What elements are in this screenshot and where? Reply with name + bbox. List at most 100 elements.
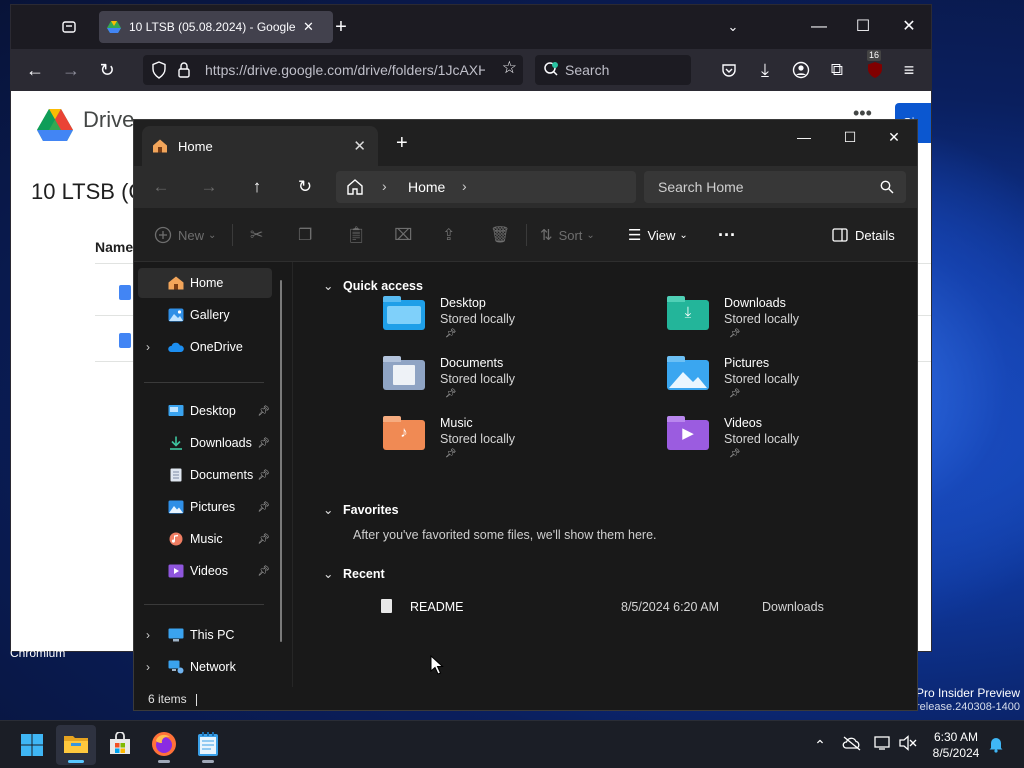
chevron-down-icon[interactable]: ⌄: [323, 278, 343, 293]
nav-item-onedrive[interactable]: › OneDrive: [138, 332, 272, 362]
account-icon[interactable]: [787, 56, 815, 84]
share-icon[interactable]: ⇪: [442, 220, 455, 250]
explorer-search-input[interactable]: Search Home: [644, 171, 906, 203]
nav-item-videos[interactable]: Videos 📌︎: [138, 556, 272, 586]
paste-icon[interactable]: 📋︎: [346, 220, 366, 250]
view-button[interactable]: ☰ View ⌄: [628, 220, 688, 250]
more-options-icon[interactable]: ···: [718, 220, 736, 250]
drive-folder-title[interactable]: 10 LTSB (C: [31, 179, 144, 205]
quick-access-desktop[interactable]: Desktop Stored locally 📌︎: [383, 294, 633, 344]
reload-icon[interactable]: ↻: [93, 56, 121, 84]
delete-icon[interactable]: 🗑︎: [490, 220, 510, 250]
breadcrumb-chevron-icon[interactable]: ›: [382, 178, 387, 194]
back-icon[interactable]: ←: [21, 56, 49, 84]
extensions-icon[interactable]: ⧉: [823, 56, 851, 84]
close-tab-icon[interactable]: ✕: [353, 137, 366, 155]
drive-doc-icon[interactable]: [119, 285, 131, 300]
chromium-desktop-label[interactable]: Chromium: [10, 646, 65, 660]
recent-header[interactable]: ⌄ Recent: [323, 566, 385, 582]
new-tab-icon[interactable]: +: [396, 132, 408, 155]
taskbar-microsoft-store[interactable]: [100, 725, 140, 765]
breadcrumb-chevron-icon[interactable]: ›: [462, 178, 467, 194]
nav-item-network[interactable]: › Network: [138, 652, 272, 682]
search-icon[interactable]: [880, 180, 894, 197]
navigation-scrollbar[interactable]: [280, 280, 282, 642]
firefox-tab-drive[interactable]: 10 LTSB (05.08.2024) - Google Dr ✕: [99, 11, 333, 43]
bookmark-star-icon[interactable]: ☆: [502, 58, 517, 78]
start-button[interactable]: [12, 725, 52, 765]
system-clock[interactable]: 6:30 AM 8/5/2024: [928, 729, 984, 761]
quick-access-music[interactable]: ♪ Music Stored locally 📌︎: [383, 414, 633, 464]
nav-item-home[interactable]: Home: [138, 268, 272, 298]
chevron-right-icon[interactable]: ›: [146, 340, 150, 354]
chevron-down-icon[interactable]: ⌄: [323, 566, 343, 581]
drive-doc-icon[interactable]: [119, 333, 131, 348]
details-button[interactable]: Details: [832, 220, 895, 250]
rename-icon[interactable]: ⌧: [394, 220, 412, 250]
new-button[interactable]: New ⌄: [154, 220, 216, 250]
nav-item-desktop[interactable]: Desktop 📌︎: [138, 396, 272, 426]
forward-icon[interactable]: →: [57, 56, 85, 84]
show-hidden-icons-chevron-icon[interactable]: ⌃: [810, 735, 830, 755]
pin-icon[interactable]: 📌︎: [257, 534, 270, 545]
nav-item-downloads[interactable]: Downloads 📌︎: [138, 428, 272, 458]
nav-item-music[interactable]: Music 📌︎: [138, 524, 272, 554]
minimize-icon[interactable]: —: [805, 13, 833, 41]
home-outline-icon[interactable]: [346, 178, 364, 199]
minimize-icon[interactable]: —: [782, 124, 826, 150]
recent-file-row[interactable]: README 8/5/2024 6:20 AM Downloads: [381, 598, 901, 618]
notification-bell-icon[interactable]: [986, 735, 1006, 755]
downloads-icon[interactable]: ⤓: [751, 56, 779, 84]
network-status-icon[interactable]: [874, 735, 894, 755]
chevron-down-icon[interactable]: ⌄: [323, 502, 343, 517]
taskbar-file-explorer[interactable]: [56, 725, 96, 765]
maximize-icon[interactable]: ☐: [828, 124, 872, 150]
back-icon[interactable]: ←: [144, 172, 178, 202]
close-window-icon[interactable]: ✕: [872, 124, 916, 150]
list-all-tabs-icon[interactable]: ⌄: [719, 13, 747, 41]
pocket-icon[interactable]: [715, 56, 743, 84]
breadcrumb-home[interactable]: Home: [408, 179, 445, 195]
pin-icon[interactable]: 📌︎: [257, 406, 270, 417]
close-tab-icon[interactable]: ✕: [303, 19, 314, 35]
pin-icon[interactable]: 📌︎: [257, 502, 270, 513]
firefox-search-box[interactable]: Search: [535, 55, 691, 85]
chevron-right-icon[interactable]: ›: [146, 660, 150, 674]
pin-icon[interactable]: 📌︎: [257, 470, 270, 481]
refresh-icon[interactable]: ↻: [288, 172, 322, 202]
taskbar-notepad[interactable]: [188, 725, 228, 765]
nav-item-this-pc[interactable]: › This PC: [138, 620, 272, 650]
cut-icon[interactable]: ✂: [250, 220, 263, 250]
close-window-icon[interactable]: ✕: [895, 13, 923, 41]
taskbar-firefox[interactable]: [144, 725, 184, 765]
quick-access-header[interactable]: ⌄ Quick access: [323, 278, 423, 294]
tab-overview-icon[interactable]: [55, 13, 83, 41]
ublock-icon[interactable]: 16: [861, 50, 889, 84]
explorer-tab-home[interactable]: Home ✕: [142, 126, 378, 166]
app-menu-icon[interactable]: ≡: [895, 56, 923, 84]
maximize-icon[interactable]: ☐: [849, 13, 877, 41]
drive-name-column[interactable]: Name: [95, 239, 133, 255]
quick-access-videos[interactable]: ▶ Videos Stored locally 📌︎: [667, 414, 917, 464]
lock-icon[interactable]: [177, 61, 191, 82]
quick-access-pictures[interactable]: Pictures Stored locally 📌︎: [667, 354, 917, 404]
quick-access-documents[interactable]: Documents Stored locally 📌︎: [383, 354, 633, 404]
up-icon[interactable]: ↑: [240, 172, 274, 202]
pin-icon[interactable]: 📌︎: [257, 566, 270, 577]
favorites-header[interactable]: ⌄ Favorites: [323, 502, 399, 518]
pin-icon[interactable]: 📌︎: [257, 438, 270, 449]
volume-muted-icon[interactable]: [898, 735, 918, 755]
forward-icon[interactable]: →: [192, 172, 226, 202]
quick-access-downloads[interactable]: ⤓ Downloads Stored locally 📌︎: [667, 294, 917, 344]
nav-item-gallery[interactable]: Gallery: [138, 300, 272, 330]
url-bar[interactable]: https://drive.google.com/drive/folders/1…: [143, 55, 523, 85]
chevron-right-icon[interactable]: ›: [146, 628, 150, 642]
sort-button[interactable]: ⇅ Sort ⌄: [540, 220, 595, 250]
new-tab-icon[interactable]: +: [327, 13, 355, 41]
nav-item-pictures[interactable]: Pictures 📌︎: [138, 492, 272, 522]
nav-item-documents[interactable]: Documents 📌︎: [138, 460, 272, 490]
breadcrumb[interactable]: › Home ›: [336, 171, 636, 203]
shield-icon[interactable]: [151, 61, 167, 82]
onedrive-offline-icon[interactable]: [842, 735, 862, 755]
copy-icon[interactable]: ❐: [298, 220, 312, 250]
